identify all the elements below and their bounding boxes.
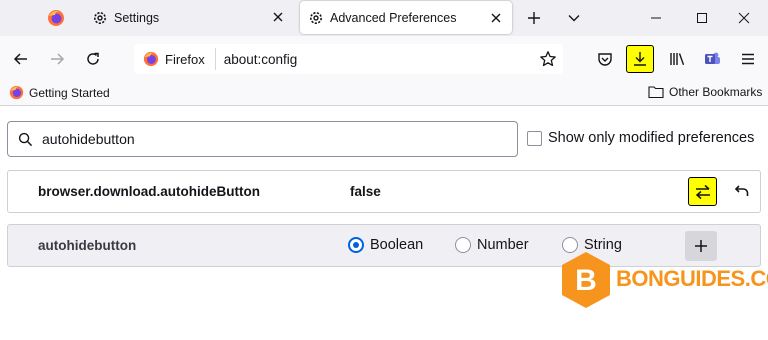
maximize-button[interactable] xyxy=(692,8,712,28)
back-button[interactable] xyxy=(9,47,33,71)
minimize-button[interactable] xyxy=(646,8,666,28)
forward-button[interactable] xyxy=(45,47,69,71)
plus-icon xyxy=(528,12,540,24)
downloads-button[interactable] xyxy=(626,45,654,73)
type-radio-number[interactable]: Number xyxy=(455,237,529,253)
show-modified-only-label: Show only modified preferences xyxy=(548,130,755,146)
other-bookmarks-folder[interactable]: Other Bookmarks xyxy=(648,85,762,99)
watermark-text: BONGUIDES.COM xyxy=(616,266,768,291)
reset-button[interactable] xyxy=(730,179,754,203)
menu-button[interactable] xyxy=(736,47,760,71)
download-icon xyxy=(634,52,646,66)
toggle-icon xyxy=(695,184,710,199)
search-icon xyxy=(18,132,33,146)
new-tab-button[interactable] xyxy=(524,8,544,28)
pocket-button[interactable] xyxy=(593,47,617,71)
tab-title: Advanced Preferences xyxy=(330,10,457,25)
navigation-toolbar: Firefox about:config xyxy=(0,36,768,82)
close-icon xyxy=(738,12,750,24)
bookmarks-toolbar: Getting Started Other Bookmarks xyxy=(0,82,768,106)
search-value: autohidebutton xyxy=(42,131,135,147)
firefox-logo-icon xyxy=(143,51,159,67)
close-window-button[interactable] xyxy=(734,8,754,28)
bookmark-label: Getting Started xyxy=(29,85,110,100)
preference-name: browser.download.autohideButton xyxy=(38,184,260,199)
maximize-icon xyxy=(697,13,707,23)
radio-button[interactable] xyxy=(455,237,471,253)
identity-box[interactable]: Firefox xyxy=(134,48,216,70)
tab-advanced-preferences[interactable]: Advanced Preferences xyxy=(300,1,512,34)
preference-value: false xyxy=(350,184,381,199)
close-icon[interactable] xyxy=(270,9,286,25)
reload-icon xyxy=(87,52,99,65)
star-icon[interactable] xyxy=(539,50,557,68)
firefox-logo-icon xyxy=(9,85,24,100)
minimize-icon xyxy=(651,17,661,19)
preference-search-input[interactable]: autohidebutton xyxy=(7,121,518,157)
chevron-down-icon xyxy=(568,15,580,22)
radio-button[interactable] xyxy=(348,237,364,253)
folder-icon xyxy=(648,86,664,99)
close-icon[interactable] xyxy=(488,10,504,26)
teams-icon xyxy=(705,52,720,64)
reload-button[interactable] xyxy=(81,47,105,71)
tab-strip: Settings Advanced Preferences xyxy=(0,0,768,36)
url-input[interactable]: about:config xyxy=(224,52,298,67)
type-radio-boolean[interactable]: Boolean xyxy=(348,237,423,253)
show-modified-only-checkbox[interactable] xyxy=(527,130,542,146)
firefox-logo-icon xyxy=(48,10,64,26)
identity-label: Firefox xyxy=(165,51,205,67)
reset-icon xyxy=(734,185,749,196)
radio-label: Number xyxy=(477,237,529,253)
hexagon-logo-icon: B xyxy=(562,252,610,308)
back-arrow-icon xyxy=(13,53,27,65)
teams-extension-button[interactable] xyxy=(700,47,724,71)
list-all-tabs-button[interactable] xyxy=(564,8,584,28)
tab-firefox-view[interactable] xyxy=(32,0,80,36)
url-bar[interactable]: Firefox about:config xyxy=(134,44,563,74)
library-button[interactable] xyxy=(666,47,690,71)
forward-arrow-icon xyxy=(51,53,65,65)
library-icon xyxy=(670,53,685,66)
toggle-button[interactable] xyxy=(688,177,717,206)
preference-name: autohidebutton xyxy=(38,238,137,253)
bookmark-label: Other Bookmarks xyxy=(669,85,763,99)
preference-row: browser.download.autohideButton false xyxy=(7,170,761,213)
tab-settings[interactable]: Settings xyxy=(84,0,294,36)
tab-title: Settings xyxy=(114,11,160,25)
pocket-icon xyxy=(598,53,612,66)
radio-label: Boolean xyxy=(370,237,424,253)
gear-icon xyxy=(310,11,322,24)
show-modified-only-toggle[interactable]: Show only modified preferences xyxy=(527,130,754,146)
watermark-logo: B BONGUIDES.COM xyxy=(560,250,768,310)
gear-icon xyxy=(94,12,106,24)
watermark-letter: B xyxy=(575,264,597,297)
bookmark-getting-started[interactable]: Getting Started xyxy=(9,85,110,100)
menu-icon xyxy=(742,53,754,65)
